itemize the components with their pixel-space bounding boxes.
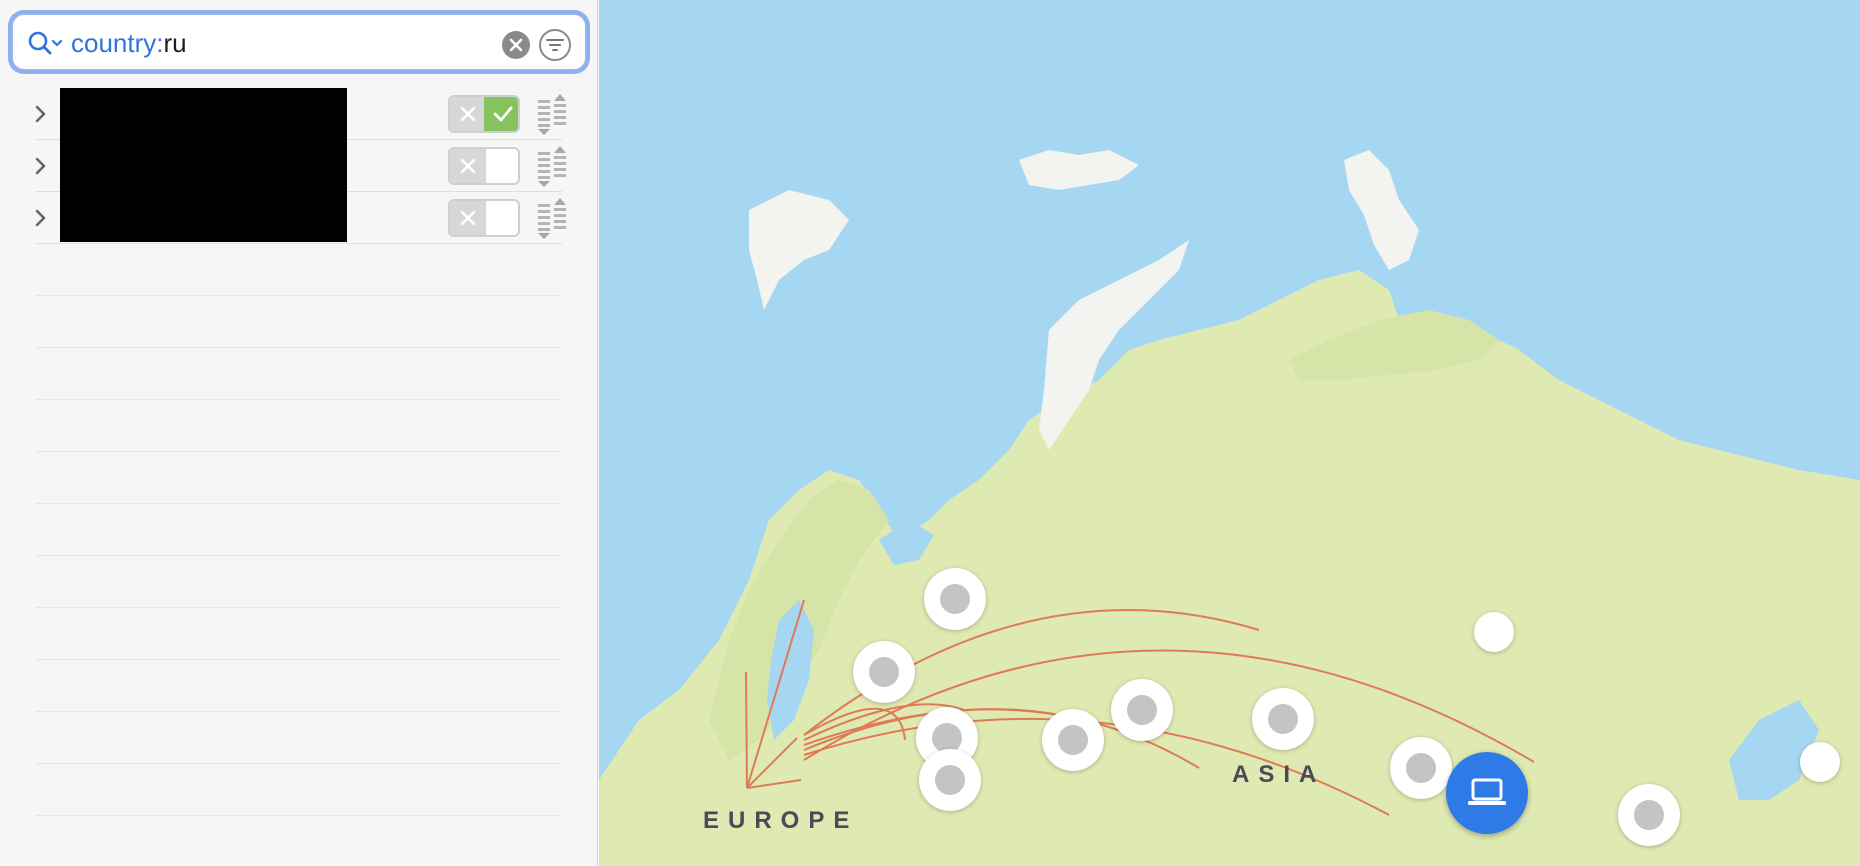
server-dot (1058, 725, 1088, 755)
server-node[interactable] (1390, 737, 1452, 799)
allow-segment[interactable] (484, 201, 518, 235)
empty-row (36, 504, 562, 556)
server-node[interactable] (1618, 784, 1680, 846)
land-severnaya-zemlya (1344, 150, 1419, 270)
region-label-europe: EUROPE (703, 807, 859, 834)
server-dot (1406, 753, 1436, 783)
empty-row (36, 348, 562, 400)
server-node[interactable] (853, 641, 915, 703)
destination-node[interactable] (1800, 742, 1840, 782)
map-canvas (599, 150, 1860, 866)
chevron-right-icon[interactable] (32, 154, 50, 178)
land-franz-josef (1019, 150, 1139, 190)
filter-button[interactable] (539, 29, 571, 61)
checkmark-icon (493, 106, 513, 122)
clear-search-button[interactable] (502, 31, 530, 59)
empty-row (36, 400, 562, 452)
deny-segment[interactable] (450, 201, 486, 235)
x-icon (460, 210, 476, 226)
server-node[interactable] (1252, 688, 1314, 750)
route-line (745, 671, 748, 789)
allow-deny-toggle[interactable] (448, 199, 520, 237)
empty-row (36, 556, 562, 608)
x-icon (460, 106, 476, 122)
allow-segment[interactable] (484, 97, 518, 131)
empty-row (36, 608, 562, 660)
search-token: country: (71, 28, 164, 58)
clear-icon (509, 38, 523, 52)
search-input[interactable]: country:ru (71, 27, 187, 59)
chevron-right-icon[interactable] (32, 206, 50, 230)
world-map[interactable]: EUROPE ASIA (599, 0, 1860, 866)
allow-deny-toggle[interactable] (448, 147, 520, 185)
filter-icon (546, 39, 564, 51)
sidebar: country:ru (0, 0, 598, 866)
priority-icon[interactable] (536, 92, 568, 136)
land-svalbard (749, 190, 849, 310)
server-dot (869, 657, 899, 687)
x-icon (460, 158, 476, 174)
empty-row (36, 660, 562, 712)
server-dot (1634, 800, 1664, 830)
server-node[interactable] (1042, 709, 1104, 771)
search-value: ru (163, 28, 187, 58)
allow-segment[interactable] (484, 149, 518, 183)
server-node[interactable] (1111, 679, 1173, 741)
deny-segment[interactable] (450, 149, 486, 183)
allow-deny-toggle[interactable] (448, 95, 520, 133)
empty-row (36, 816, 562, 866)
region-label-asia: ASIA (1232, 761, 1326, 788)
server-dot (940, 584, 970, 614)
empty-row (36, 452, 562, 504)
priority-icon[interactable] (536, 144, 568, 188)
redacted-block (60, 88, 347, 242)
search-icon[interactable] (27, 30, 67, 56)
empty-row (36, 712, 562, 764)
deny-segment[interactable] (450, 97, 486, 131)
destination-node[interactable] (1474, 612, 1514, 652)
priority-icon[interactable] (536, 196, 568, 240)
empty-row (36, 244, 562, 296)
empty-row (36, 764, 562, 816)
server-dot (1268, 704, 1298, 734)
this-computer-button[interactable] (1446, 752, 1528, 834)
server-dot (1127, 695, 1157, 725)
empty-row (36, 296, 562, 348)
search-field[interactable]: country:ru (12, 14, 586, 70)
server-dot (935, 765, 965, 795)
server-node[interactable] (919, 749, 981, 811)
server-node[interactable] (924, 568, 986, 630)
laptop-icon (1468, 778, 1506, 805)
chevron-right-icon[interactable] (32, 102, 50, 126)
